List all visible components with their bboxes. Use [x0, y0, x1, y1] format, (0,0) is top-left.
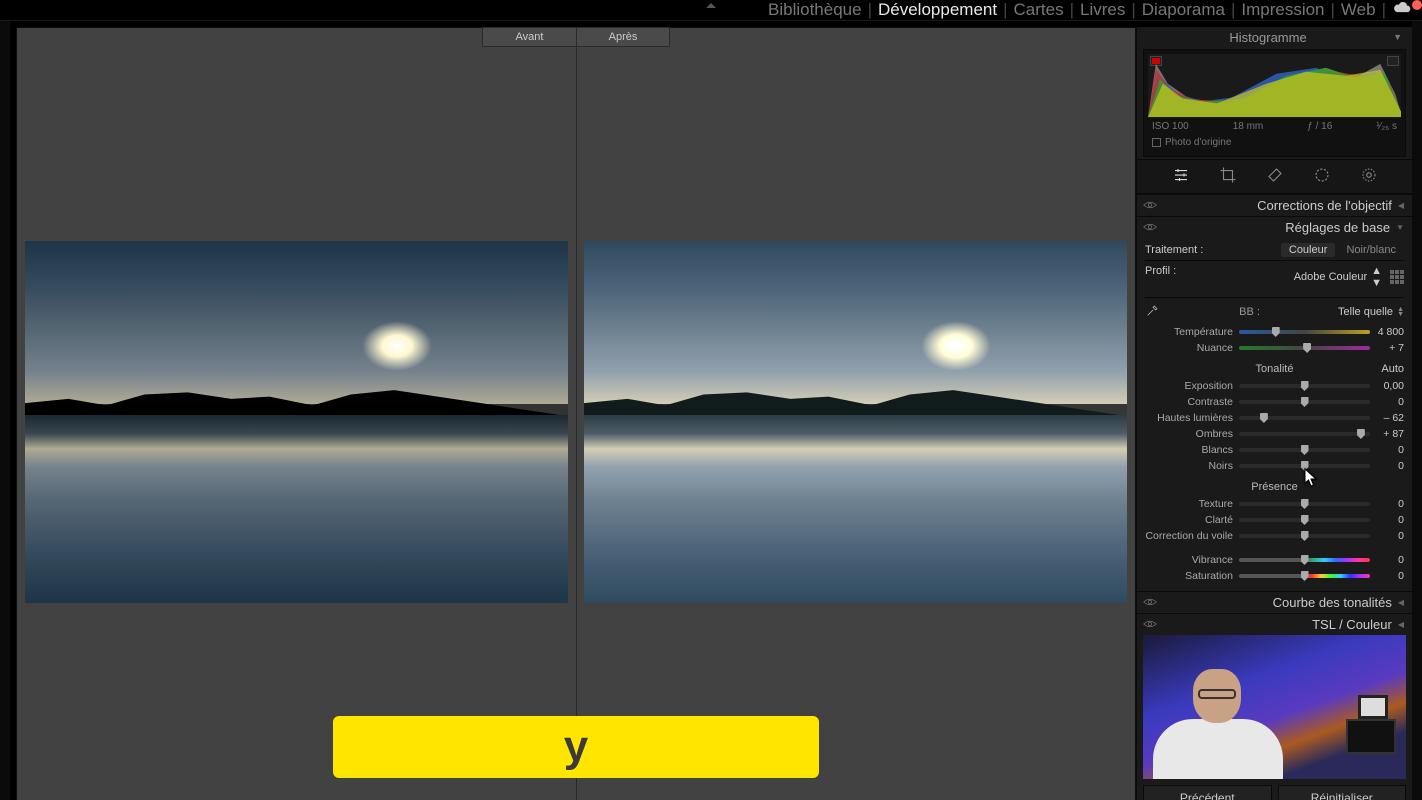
mask-tool-icon[interactable] — [1313, 166, 1331, 187]
profile-value[interactable]: Adobe Couleur — [1294, 271, 1367, 283]
cloud-sync-icon[interactable] — [1392, 0, 1412, 20]
nav-develop[interactable]: Développement — [878, 0, 997, 20]
histogram-graph[interactable] — [1148, 54, 1401, 118]
meta-focal: 18 mm — [1233, 121, 1264, 132]
slider-whites[interactable]: Blancs0 — [1145, 443, 1404, 457]
tsl-header[interactable]: TSL / Couleur ◀ — [1137, 613, 1412, 635]
chevron-down-icon: ▼ — [1396, 223, 1404, 232]
histogram-header[interactable]: Histogramme ▼ — [1137, 27, 1412, 47]
original-photo-toggle[interactable]: Photo d'origine — [1148, 135, 1401, 152]
treatment-color[interactable]: Couleur — [1281, 243, 1336, 257]
slider-contrast[interactable]: Contraste0 — [1145, 395, 1404, 409]
edit-tool-icon[interactable] — [1172, 166, 1190, 187]
lens-corrections-header[interactable]: Corrections de l'objectif ◀ — [1137, 194, 1412, 216]
eye-icon[interactable] — [1143, 595, 1157, 610]
histogram-meta: ISO 100 18 mm ƒ / 16 ¹⁄₂₅ s — [1148, 118, 1401, 135]
meta-iso: ISO 100 — [1152, 121, 1189, 132]
eyedropper-icon[interactable] — [1145, 302, 1161, 321]
reset-button[interactable]: Réinitialiser — [1278, 785, 1407, 800]
basic-panel-body: Traitement : Couleur Noir/blanc Profil :… — [1137, 238, 1412, 591]
top-expand-triangle[interactable] — [706, 3, 716, 8]
before-after-view: Avant Après y — [16, 27, 1136, 800]
auto-button[interactable]: Auto — [1381, 363, 1404, 375]
before-photo[interactable] — [25, 241, 568, 603]
cursor-icon — [1304, 468, 1318, 488]
slider-vibrance[interactable]: Vibrance0 — [1145, 553, 1404, 567]
slider-tint[interactable]: Nuance+ 7 — [1145, 341, 1404, 355]
tool-strip — [1137, 159, 1412, 194]
chevron-updown-icon[interactable]: ▲▼ — [1371, 265, 1382, 289]
heal-tool-icon[interactable] — [1266, 166, 1284, 187]
slider-temperature[interactable]: Température4 800 — [1145, 325, 1404, 339]
chevron-left-icon: ◀ — [1398, 201, 1404, 210]
footer-buttons: Précédent Réinitialiser — [1137, 779, 1412, 800]
webcam-overlay — [1143, 635, 1406, 779]
histogram-panel: ISO 100 18 mm ƒ / 16 ¹⁄₂₅ s Photo d'orig… — [1143, 49, 1406, 157]
right-panel-collapse[interactable] — [1412, 21, 1422, 800]
checkbox-icon[interactable] — [1152, 138, 1161, 147]
slider-highlights[interactable]: Hautes lumières– 62 — [1145, 411, 1404, 425]
chevron-down-icon: ▼ — [1393, 32, 1402, 42]
slider-clarity[interactable]: Clarté0 — [1145, 513, 1404, 527]
slider-saturation[interactable]: Saturation0 — [1145, 569, 1404, 583]
crop-tool-icon[interactable] — [1219, 166, 1237, 187]
radial-tool-icon[interactable] — [1360, 166, 1378, 187]
nav-print[interactable]: Impression — [1241, 0, 1324, 20]
eye-icon[interactable] — [1143, 198, 1157, 213]
slider-texture[interactable]: Texture0 — [1145, 497, 1404, 511]
after-photo[interactable] — [584, 241, 1127, 603]
nav-map[interactable]: Cartes — [1014, 0, 1064, 20]
left-panel-collapse[interactable] — [0, 21, 10, 800]
meta-aperture: ƒ / 16 — [1307, 121, 1332, 132]
tone-curve-header[interactable]: Courbe des tonalités ◀ — [1137, 591, 1412, 613]
close-window-dot[interactable] — [1412, 0, 1422, 10]
keystroke-overlay: y — [333, 716, 819, 778]
right-panel: Histogramme ▼ ISO 100 — [1136, 27, 1412, 800]
eye-icon[interactable] — [1143, 220, 1157, 235]
slider-dehaze[interactable]: Correction du voile0 — [1145, 529, 1404, 543]
slider-exposure[interactable]: Exposition0,00 — [1145, 379, 1404, 393]
nav-library[interactable]: Bibliothèque — [768, 0, 862, 20]
nav-web[interactable]: Web — [1341, 0, 1376, 20]
chevron-updown-icon: ▲▼ — [1397, 307, 1404, 317]
nav-slideshow[interactable]: Diaporama — [1142, 0, 1225, 20]
nav-book[interactable]: Livres — [1080, 0, 1125, 20]
histogram-title: Histogramme — [1229, 30, 1306, 45]
slider-blacks[interactable]: Noirs0 — [1145, 459, 1404, 473]
chevron-left-icon: ◀ — [1398, 620, 1404, 629]
basic-panel-header[interactable]: Réglages de base ▼ — [1137, 216, 1412, 238]
eye-icon[interactable] — [1143, 617, 1157, 632]
profile-browser-icon[interactable] — [1390, 270, 1404, 284]
slider-shadows[interactable]: Ombres+ 87 — [1145, 427, 1404, 441]
tone-group-label: TonalitéAuto — [1145, 357, 1404, 377]
treatment-label: Traitement : — [1145, 244, 1203, 256]
chevron-left-icon: ◀ — [1398, 598, 1404, 607]
treatment-bw[interactable]: Noir/blanc — [1338, 243, 1404, 257]
meta-shutter: ¹⁄₂₅ s — [1376, 121, 1397, 132]
wb-label: BB : — [1167, 306, 1332, 318]
wb-mode-select[interactable]: Telle quelle ▲▼ — [1338, 306, 1404, 318]
previous-button[interactable]: Précédent — [1143, 785, 1272, 800]
profile-label: Profil : — [1145, 265, 1176, 289]
presence-group-label: Présence — [1145, 475, 1404, 495]
